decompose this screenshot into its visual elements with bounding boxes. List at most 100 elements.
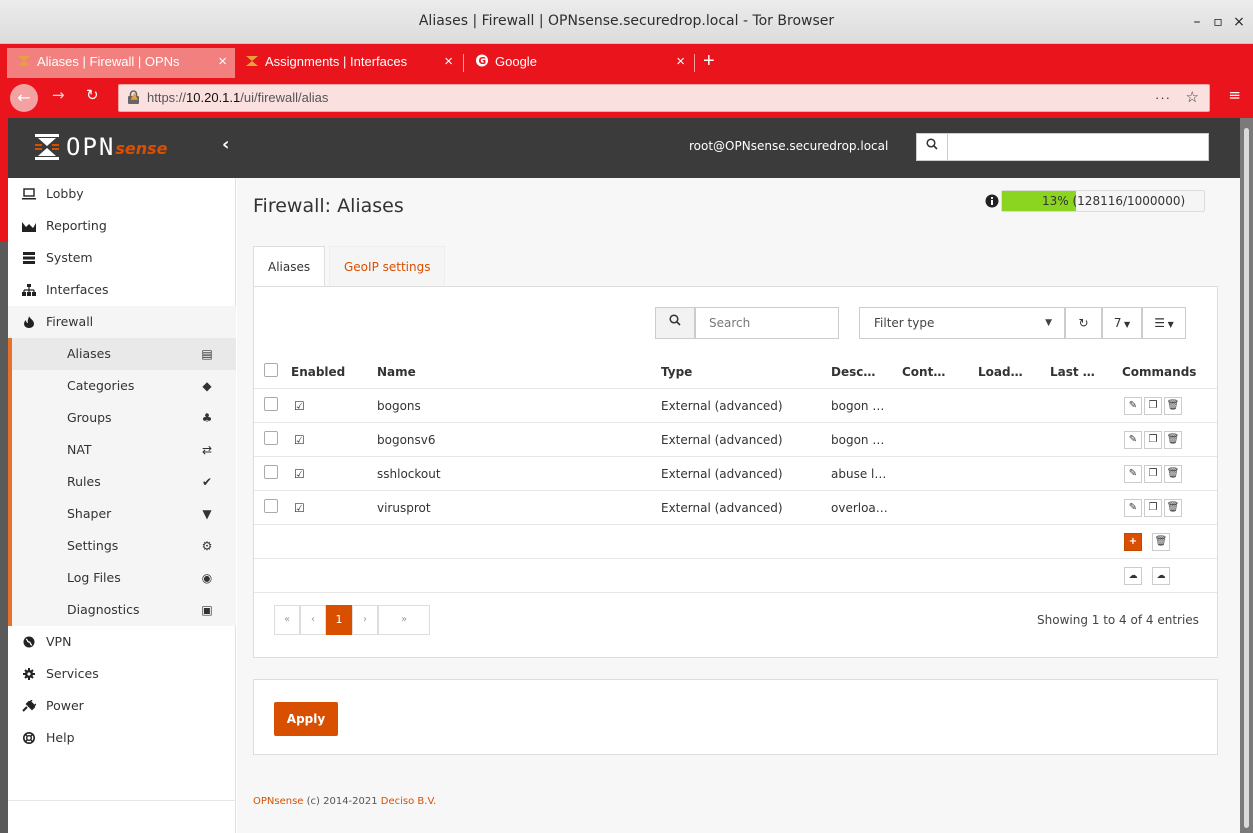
- delete-trash-icon[interactable]: 🗑: [1164, 499, 1182, 517]
- browser-tab-aliases[interactable]: Aliases | Firewall | OPNs ×: [7, 48, 235, 78]
- edit-pencil-icon[interactable]: ✎: [1124, 397, 1142, 415]
- clone-icon[interactable]: ❐: [1144, 397, 1162, 415]
- table-row: ☑ virusprot External (advanced) overloa……: [254, 491, 1217, 525]
- scrollbar-thumb[interactable]: [1244, 128, 1249, 828]
- first-page-button[interactable]: «: [274, 605, 300, 635]
- edit-pencil-icon[interactable]: ✎: [1124, 465, 1142, 483]
- enabled-check-icon[interactable]: ☑: [294, 423, 305, 457]
- clone-icon[interactable]: ❐: [1144, 431, 1162, 449]
- browser-tab-label: Google: [495, 54, 537, 69]
- upload-cloud-icon[interactable]: ☁: [1152, 567, 1170, 585]
- filter-type-select[interactable]: Filter type ▼: [859, 307, 1065, 339]
- apply-button[interactable]: Apply: [274, 702, 338, 736]
- bookmark-star-icon[interactable]: ☆: [1186, 85, 1199, 111]
- sidebar-subitem-aliases[interactable]: Aliases ▤: [8, 338, 236, 370]
- delete-trash-icon[interactable]: 🗑: [1164, 465, 1182, 483]
- column-header-loaded[interactable]: Load…: [978, 355, 1023, 389]
- column-header-enabled[interactable]: Enabled: [291, 355, 345, 389]
- rows-per-page-dropdown[interactable]: 7 ▼: [1102, 307, 1142, 339]
- tab-aliases[interactable]: Aliases: [253, 246, 326, 287]
- add-alias-button[interactable]: +: [1124, 533, 1142, 551]
- refresh-button[interactable]: ↻: [1065, 307, 1102, 339]
- edit-pencil-icon[interactable]: ✎: [1124, 431, 1142, 449]
- chevron-down-icon: ▼: [1165, 320, 1174, 329]
- browser-tab-google[interactable]: G Google ×: [465, 48, 693, 78]
- enabled-check-icon[interactable]: ☑: [294, 457, 305, 491]
- close-tab-icon[interactable]: ×: [218, 48, 227, 76]
- enabled-check-icon[interactable]: ☑: [294, 491, 305, 525]
- last-page-button[interactable]: »: [378, 605, 430, 635]
- sidebar-item-help[interactable]: Help: [8, 722, 236, 754]
- delete-trash-icon[interactable]: 🗑: [1164, 431, 1182, 449]
- sidebar-subitem-log-files[interactable]: Log Files ◉: [8, 562, 236, 594]
- download-cloud-icon[interactable]: ☁: [1124, 567, 1142, 585]
- close-tab-icon[interactable]: ×: [676, 48, 685, 76]
- sidebar-subitem-settings[interactable]: Settings ⚙: [8, 530, 236, 562]
- minimize-button[interactable]: –: [1186, 11, 1208, 33]
- new-tab-button[interactable]: +: [697, 48, 727, 78]
- sidebar-subitem-shaper[interactable]: Shaper ▼: [8, 498, 236, 530]
- row-select-checkbox[interactable]: [264, 431, 278, 445]
- column-header-last-updated[interactable]: Last …: [1050, 355, 1095, 389]
- tab-geoip-settings[interactable]: GeoIP settings: [329, 246, 446, 287]
- column-header-description[interactable]: Desc…: [831, 355, 875, 389]
- table-row: ☑ bogons External (advanced) bogon … ✎ ❐…: [254, 389, 1217, 423]
- sidebar-item-firewall[interactable]: Firewall: [8, 306, 236, 338]
- close-tab-icon[interactable]: ×: [444, 48, 453, 76]
- sidebar-item-interfaces[interactable]: Interfaces: [8, 274, 236, 306]
- clone-icon[interactable]: ❐: [1144, 499, 1162, 517]
- url-host: 10.20.1.1: [186, 90, 241, 105]
- column-selection-dropdown[interactable]: ☰ ▼: [1142, 307, 1186, 339]
- footer-opnsense-link[interactable]: OPNsense: [253, 796, 303, 807]
- grid-search-input[interactable]: Search: [695, 307, 839, 339]
- grid-search-button[interactable]: [655, 307, 695, 339]
- column-header-type[interactable]: Type: [661, 355, 692, 389]
- sidebar-item-services[interactable]: Services: [8, 658, 236, 690]
- search-button[interactable]: [916, 133, 947, 161]
- sidebar-subitem-diagnostics[interactable]: Diagnostics ▣: [8, 594, 236, 626]
- row-select-checkbox[interactable]: [264, 499, 278, 513]
- reload-button[interactable]: ↻: [86, 86, 99, 104]
- forward-button[interactable]: →: [52, 86, 65, 104]
- sidebar-subitem-categories[interactable]: Categories ◆: [8, 370, 236, 402]
- edit-pencil-icon[interactable]: ✎: [1124, 499, 1142, 517]
- row-select-checkbox[interactable]: [264, 465, 278, 479]
- current-page-button[interactable]: 1: [326, 605, 352, 635]
- sidebar-item-system[interactable]: System: [8, 242, 236, 274]
- delete-selected-trash-icon[interactable]: 🗑: [1152, 533, 1170, 551]
- sidebar-item-lobby[interactable]: Lobby: [8, 178, 236, 210]
- footer-deciso-link[interactable]: Deciso B.V.: [381, 796, 436, 807]
- back-button[interactable]: ←: [10, 84, 38, 112]
- page-scrollbar[interactable]: [1240, 118, 1253, 833]
- next-page-button[interactable]: ›: [352, 605, 378, 635]
- close-window-button[interactable]: ×: [1228, 11, 1250, 33]
- url-bar[interactable]: https://10.20.1.1/ui/firewall/alias ··· …: [118, 84, 1210, 112]
- user-label[interactable]: root@OPNsense.securedrop.local: [689, 139, 888, 153]
- menu-search-input[interactable]: [947, 133, 1209, 161]
- sidebar-item-power[interactable]: Power: [8, 690, 236, 722]
- sidebar-item-reporting[interactable]: Reporting: [8, 210, 236, 242]
- row-select-checkbox[interactable]: [264, 397, 278, 411]
- sidebar-subitem-nat[interactable]: NAT ⇄: [8, 434, 236, 466]
- info-circle-icon[interactable]: [985, 194, 999, 208]
- column-header-content[interactable]: Cont…: [902, 355, 945, 389]
- enabled-check-icon[interactable]: ☑: [294, 389, 305, 423]
- sidebar-item-label: Services: [46, 666, 99, 681]
- column-header-name[interactable]: Name: [377, 355, 416, 389]
- browser-tab-assignments[interactable]: Assignments | Interfaces ×: [235, 48, 461, 78]
- select-all-checkbox[interactable]: [264, 363, 278, 377]
- hamburger-menu-icon[interactable]: ≡: [1228, 86, 1241, 104]
- check-icon: ✔: [201, 475, 213, 489]
- maximize-button[interactable]: ▫: [1207, 11, 1229, 33]
- prev-page-button[interactable]: ‹: [300, 605, 326, 635]
- opnsense-logo[interactable]: OPNsense: [34, 132, 168, 162]
- sidebar-subitem-rules[interactable]: Rules ✔: [8, 466, 236, 498]
- sidebar-subitem-groups[interactable]: Groups ♣: [8, 402, 236, 434]
- page-actions-icon[interactable]: ···: [1155, 85, 1171, 111]
- sidebar-item-vpn[interactable]: VPN: [8, 626, 236, 658]
- exchange-icon: ⇄: [201, 443, 213, 457]
- alias-description: overloa…: [831, 501, 888, 515]
- delete-trash-icon[interactable]: 🗑: [1164, 397, 1182, 415]
- clone-icon[interactable]: ❐: [1144, 465, 1162, 483]
- collapse-sidebar-icon[interactable]: ‹: [222, 134, 229, 155]
